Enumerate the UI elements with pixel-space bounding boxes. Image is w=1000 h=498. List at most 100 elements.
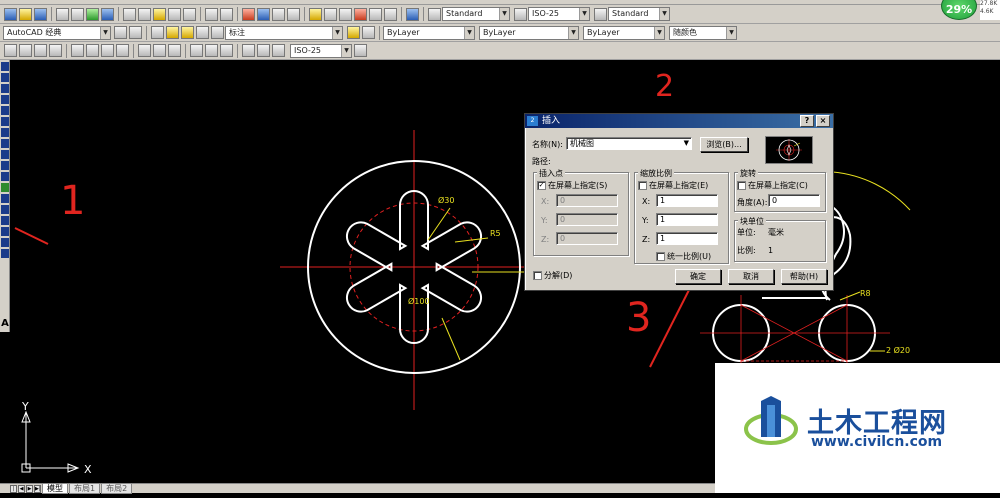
block-editor-icon[interactable] bbox=[183, 7, 196, 21]
insert-z-field[interactable]: 0 bbox=[556, 232, 618, 245]
quick-dim-icon[interactable] bbox=[138, 44, 151, 57]
help-button[interactable]: 帮助(H) bbox=[781, 269, 827, 284]
markup-icon[interactable] bbox=[369, 7, 382, 21]
prev-tab-icon[interactable]: ◀ bbox=[18, 484, 25, 493]
redo-icon[interactable] bbox=[220, 7, 233, 21]
open-file-icon[interactable] bbox=[19, 7, 32, 21]
tab-layout1[interactable]: 布局1 bbox=[69, 483, 101, 494]
cut-icon[interactable] bbox=[123, 7, 136, 21]
color-select[interactable]: ByLayer ▼ bbox=[383, 25, 475, 40]
rotation-angle-field[interactable]: 0 bbox=[768, 194, 820, 207]
explode-checkbox[interactable] bbox=[533, 271, 542, 280]
workspace-save-icon[interactable] bbox=[129, 26, 142, 39]
quick-leader-icon[interactable] bbox=[190, 44, 203, 57]
angular-dim-icon[interactable] bbox=[116, 44, 129, 57]
match-properties-icon[interactable] bbox=[168, 7, 181, 21]
multiline-text-icon[interactable]: A bbox=[0, 318, 10, 329]
uniform-scale-checkbox[interactable] bbox=[656, 252, 665, 261]
dim-style-manager-icon[interactable] bbox=[354, 44, 367, 57]
last-tab-icon[interactable]: ▶| bbox=[34, 484, 41, 493]
gradient-icon[interactable] bbox=[1, 227, 9, 236]
dialog-help-button[interactable]: ? bbox=[800, 115, 814, 127]
polygon-icon[interactable] bbox=[1, 95, 9, 104]
radius-dim-icon[interactable] bbox=[71, 44, 84, 57]
3d-dwf-icon[interactable] bbox=[101, 7, 114, 21]
arc-icon[interactable] bbox=[1, 117, 9, 126]
insert-x-field[interactable]: 0 bbox=[556, 194, 618, 207]
linetype-select[interactable]: ByLayer ▼ bbox=[479, 25, 579, 40]
layer-manager-icon[interactable] bbox=[151, 26, 164, 39]
circle-icon[interactable] bbox=[1, 128, 9, 137]
ordinate-dim-icon[interactable] bbox=[49, 44, 62, 57]
construction-line-icon[interactable] bbox=[1, 73, 9, 82]
next-tab-icon[interactable]: ▶ bbox=[26, 484, 33, 493]
publish-icon[interactable] bbox=[86, 7, 99, 21]
jogged-dim-icon[interactable] bbox=[86, 44, 99, 57]
scale-on-screen-checkbox[interactable] bbox=[638, 181, 647, 190]
rotation-on-screen-checkbox[interactable] bbox=[737, 181, 746, 190]
tolerance-icon[interactable] bbox=[205, 44, 218, 57]
help-icon[interactable] bbox=[406, 7, 419, 21]
browse-button[interactable]: 浏览(B)... bbox=[700, 137, 748, 152]
diameter-dim-icon[interactable] bbox=[101, 44, 114, 57]
revision-cloud-icon[interactable] bbox=[1, 139, 9, 148]
layer-previous-icon[interactable] bbox=[362, 26, 375, 39]
ok-button[interactable]: 确定 bbox=[675, 269, 721, 284]
lineweight-select[interactable]: ByLayer ▼ bbox=[583, 25, 665, 40]
calculator-icon[interactable] bbox=[384, 7, 397, 21]
dim-style-control[interactable]: ISO-25 ▼ bbox=[290, 43, 352, 58]
dim-edit-icon[interactable] bbox=[242, 44, 255, 57]
tab-model[interactable]: 模型 bbox=[42, 483, 68, 494]
workspace-select[interactable]: AutoCAD 经典 ▼ bbox=[3, 25, 111, 40]
properties-icon[interactable] bbox=[309, 7, 322, 21]
spline-icon[interactable] bbox=[1, 150, 9, 159]
table-icon[interactable] bbox=[1, 249, 9, 258]
make-object-layer-current-icon[interactable] bbox=[347, 26, 360, 39]
center-mark-icon[interactable] bbox=[220, 44, 233, 57]
polyline-icon[interactable] bbox=[1, 84, 9, 93]
scale-y-field[interactable]: 1 bbox=[656, 213, 718, 226]
rectangle-icon[interactable] bbox=[1, 106, 9, 115]
zoom-window-icon[interactable] bbox=[272, 7, 285, 21]
hatch-icon[interactable] bbox=[1, 216, 9, 225]
tool-palettes-icon[interactable] bbox=[339, 7, 352, 21]
aligned-dim-icon[interactable] bbox=[19, 44, 32, 57]
text-style-icon[interactable] bbox=[428, 7, 441, 21]
dialog-close-button[interactable]: × bbox=[816, 115, 830, 127]
first-tab-icon[interactable]: |◀ bbox=[10, 484, 17, 498]
paste-icon[interactable] bbox=[153, 7, 166, 21]
print-icon[interactable] bbox=[56, 7, 69, 21]
new-file-icon[interactable] bbox=[4, 7, 17, 21]
linear-dim-icon[interactable] bbox=[4, 44, 17, 57]
insert-block-icon[interactable] bbox=[1, 183, 9, 192]
table-style-icon[interactable] bbox=[594, 7, 607, 21]
workspace-settings-icon[interactable] bbox=[114, 26, 127, 39]
arc-length-dim-icon[interactable] bbox=[34, 44, 47, 57]
dialog-title-bar[interactable]: 2 插入 ? × bbox=[525, 114, 833, 128]
print-preview-icon[interactable] bbox=[71, 7, 84, 21]
ellipse-icon[interactable] bbox=[1, 161, 9, 170]
zoom-previous-icon[interactable] bbox=[287, 7, 300, 21]
table-style-select[interactable]: Standard ▼ bbox=[608, 7, 670, 21]
sheet-set-icon[interactable] bbox=[354, 7, 367, 21]
block-name-combo[interactable]: 机械图 ▼ bbox=[566, 137, 692, 150]
pan-icon[interactable] bbox=[242, 7, 255, 21]
region-icon[interactable] bbox=[1, 238, 9, 247]
text-style-select[interactable]: Standard ▼ bbox=[442, 7, 510, 21]
design-center-icon[interactable] bbox=[324, 7, 337, 21]
make-block-icon[interactable] bbox=[1, 194, 9, 203]
zoom-realtime-icon[interactable] bbox=[257, 7, 270, 21]
line-icon[interactable] bbox=[1, 62, 9, 71]
dim-update-icon[interactable] bbox=[272, 44, 285, 57]
layer-select[interactable]: 标注 ▼ bbox=[225, 25, 343, 40]
plot-style-select[interactable]: 随颜色 ▼ bbox=[669, 25, 737, 40]
save-icon[interactable] bbox=[34, 7, 47, 21]
point-icon[interactable] bbox=[1, 205, 9, 214]
baseline-dim-icon[interactable] bbox=[153, 44, 166, 57]
dim-text-edit-icon[interactable] bbox=[257, 44, 270, 57]
insertion-on-screen-checkbox[interactable]: ✓ bbox=[537, 181, 546, 190]
ellipse-arc-icon[interactable] bbox=[1, 172, 9, 181]
cancel-button[interactable]: 取消 bbox=[728, 269, 774, 284]
undo-icon[interactable] bbox=[205, 7, 218, 21]
scale-z-field[interactable]: 1 bbox=[656, 232, 718, 245]
